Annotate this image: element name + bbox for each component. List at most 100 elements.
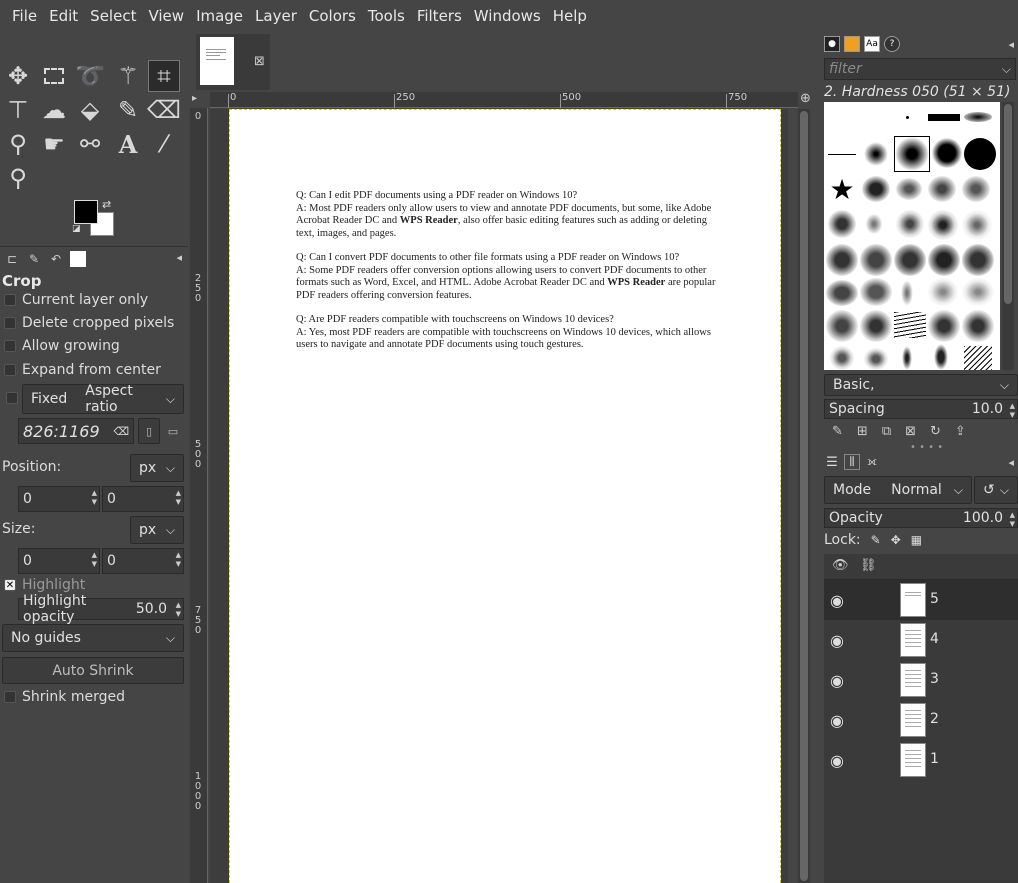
delete-brush-icon[interactable]: ⊠ xyxy=(905,424,916,439)
refresh-brushes-icon[interactable]: ↻ xyxy=(930,424,941,439)
position-x-input[interactable]: 0 ▲ ▼ xyxy=(18,486,100,512)
layer-name[interactable]: 5 xyxy=(930,591,939,607)
dock-menu-icon[interactable]: ◂ xyxy=(1008,38,1014,51)
transform-tool-icon[interactable]: ⊤ xyxy=(2,94,34,126)
brush-thumb[interactable] xyxy=(894,136,930,172)
layer-row[interactable]: ◉ 1 xyxy=(824,740,1018,780)
shrink-merged-checkbox[interactable] xyxy=(4,691,16,703)
eraser-tool-icon[interactable]: ⌫ xyxy=(147,94,181,126)
brush-thumb[interactable] xyxy=(962,278,994,306)
brush-thumb[interactable] xyxy=(830,346,854,370)
delete-cropped-option[interactable]: Delete cropped pixels xyxy=(4,315,174,331)
fuzzy-select-tool-icon[interactable]: ⚚ xyxy=(112,60,144,92)
duplicate-brush-icon[interactable]: ⧉ xyxy=(882,424,891,439)
brush-thumb[interactable] xyxy=(860,310,892,342)
eye-icon[interactable]: ◉ xyxy=(830,631,844,650)
menu-select[interactable]: Select xyxy=(84,7,142,25)
brush-thumb[interactable] xyxy=(928,278,958,306)
highlight-opacity-slider[interactable]: Highlight opacity 50.0 ▲ ▼ xyxy=(18,593,184,625)
menu-file[interactable]: File xyxy=(6,7,43,25)
color-picker-tool-icon[interactable]: ⁄ xyxy=(148,128,180,160)
menu-edit[interactable]: Edit xyxy=(43,7,84,25)
brush-thumb[interactable] xyxy=(862,176,890,202)
layer-name[interactable]: 1 xyxy=(930,751,939,767)
brush-thumb[interactable] xyxy=(928,244,960,276)
expand-from-center-option[interactable]: Expand from center xyxy=(4,362,161,378)
lock-position-icon[interactable]: ✥ xyxy=(891,533,901,547)
current-layer-only-checkbox[interactable] xyxy=(4,294,16,306)
brush-thumb[interactable] xyxy=(900,278,914,308)
swap-colors-icon[interactable]: ⇄ xyxy=(102,198,111,211)
brush-thumb[interactable] xyxy=(928,310,960,342)
free-select-tool-icon[interactable]: ➰ xyxy=(74,60,106,92)
paths-tool-icon[interactable]: ⚯ xyxy=(74,128,106,160)
lock-alpha-icon[interactable]: ▦ xyxy=(911,533,922,547)
spin-arrows-icon[interactable]: ▲ ▼ xyxy=(176,489,181,507)
brush-thumb[interactable] xyxy=(932,138,962,168)
menu-colors[interactable]: Colors xyxy=(303,7,362,25)
menu-windows[interactable]: Windows xyxy=(468,7,547,25)
brush-thumb[interactable] xyxy=(864,348,888,370)
brush-thumb[interactable] xyxy=(934,344,948,370)
size-unit-combo[interactable]: px ⌵ xyxy=(130,516,184,544)
fonts-tab-icon[interactable]: Aa xyxy=(864,36,880,52)
eye-icon[interactable]: ◉ xyxy=(830,711,844,730)
layer-mode-combo[interactable]: Mode Normal ⌵ xyxy=(824,476,972,504)
spin-arrows-icon[interactable]: ▲ ▼ xyxy=(176,601,181,619)
position-unit-combo[interactable]: px ⌵ xyxy=(130,454,184,482)
image-tab[interactable]: ⊠ xyxy=(196,34,270,90)
scrollbar-thumb[interactable] xyxy=(1004,104,1012,304)
eye-icon[interactable]: ◉ xyxy=(830,751,844,770)
layer-row[interactable]: ◉ 4 xyxy=(824,620,1018,660)
layer-row[interactable]: ◉ 2 xyxy=(824,700,1018,740)
layers-tab-icon[interactable]: ☰ xyxy=(824,454,840,470)
spin-arrows-icon[interactable]: ▲ ▼ xyxy=(176,551,181,569)
reset-colors-icon[interactable]: ◪ xyxy=(72,224,81,234)
device-status-tab-icon[interactable]: ✎ xyxy=(26,251,42,267)
allow-growing-checkbox[interactable] xyxy=(4,340,16,352)
brush-thumb[interactable] xyxy=(928,210,958,240)
tab-menu-icon[interactable]: ◂ xyxy=(176,251,182,264)
shrink-merged-option[interactable]: Shrink merged xyxy=(4,689,125,705)
brush-thumb[interactable] xyxy=(864,142,888,166)
foreground-color[interactable] xyxy=(74,200,98,224)
menu-tools[interactable]: Tools xyxy=(362,7,411,25)
brush-thumb[interactable] xyxy=(860,278,892,306)
brush-thumb[interactable] xyxy=(828,154,856,155)
help-tab-icon[interactable]: ? xyxy=(884,36,900,52)
edit-brush-icon[interactable]: ✎ xyxy=(832,424,843,439)
spin-arrows-icon[interactable]: ▲ ▼ xyxy=(92,551,97,569)
brush-thumb[interactable] xyxy=(894,312,926,338)
smudge-tool-icon[interactable]: ☛ xyxy=(38,128,70,160)
paintbrush-tool-icon[interactable]: ✎ xyxy=(112,94,144,126)
menu-help[interactable]: Help xyxy=(547,7,593,25)
new-brush-icon[interactable]: ⊞ xyxy=(857,424,868,439)
vertical-ruler[interactable]: 0 250 500 750 1000 xyxy=(190,108,208,883)
layer-name[interactable]: 4 xyxy=(930,631,939,647)
scrollbar-thumb[interactable] xyxy=(800,111,808,881)
brush-thumb[interactable] xyxy=(896,210,924,238)
chevron-down-icon[interactable]: ⌵ xyxy=(1002,62,1011,77)
brush-thumb[interactable] xyxy=(828,210,856,238)
canvas-vertical-scrollbar[interactable] xyxy=(798,109,810,883)
current-layer-only-option[interactable]: Current layer only xyxy=(4,292,148,308)
image-workspace[interactable]: Q: Can I edit PDF documents using a PDF … xyxy=(210,109,788,883)
brush-thumb[interactable] xyxy=(962,244,994,276)
allow-growing-option[interactable]: Allow growing xyxy=(4,338,120,354)
layer-name[interactable]: 3 xyxy=(930,671,939,687)
brush-thumb[interactable] xyxy=(928,176,956,202)
crop-tool-icon[interactable]: ⌗ xyxy=(148,60,180,92)
position-y-input[interactable]: 0 ▲ ▼ xyxy=(102,486,184,512)
brush-thumb[interactable] xyxy=(928,114,960,121)
spin-arrows-icon[interactable]: ▲ ▼ xyxy=(92,489,97,507)
menu-layer[interactable]: Layer xyxy=(249,7,303,25)
brush-thumb[interactable] xyxy=(894,244,926,276)
brush-spacing-slider[interactable]: Spacing 10.0 ▲ ▼ xyxy=(824,399,1018,419)
close-tab-icon[interactable]: ⊠ xyxy=(254,54,265,69)
portrait-icon[interactable]: ▯ xyxy=(138,418,160,444)
clone-tool-icon[interactable]: ⚲ xyxy=(2,128,34,160)
rect-select-tool-icon[interactable] xyxy=(38,60,70,92)
layer-opacity-slider[interactable]: Opacity 100.0 ▲ ▼ xyxy=(824,508,1018,528)
image-canvas[interactable]: Q: Can I edit PDF documents using a PDF … xyxy=(229,109,781,883)
menu-view[interactable]: View xyxy=(142,7,190,25)
